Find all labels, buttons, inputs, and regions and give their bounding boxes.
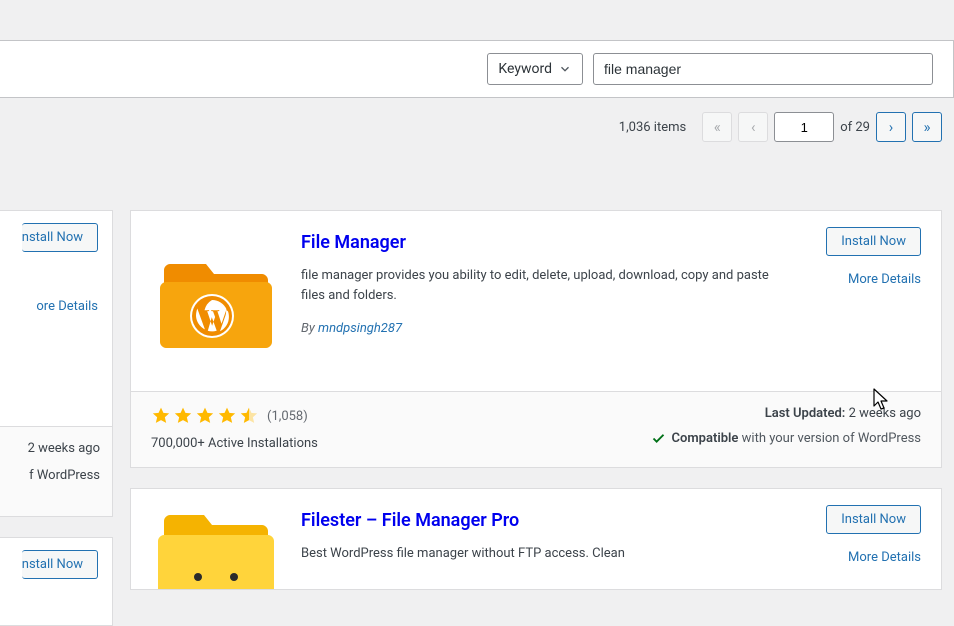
install-now-button[interactable]: Install Now <box>826 505 921 534</box>
install-now-button[interactable]: Install Now <box>826 227 921 256</box>
folder-face-icon <box>152 509 280 589</box>
install-now-button[interactable]: nstall Now <box>22 550 98 579</box>
search-input[interactable] <box>593 53 933 85</box>
plugin-filter-bar: Keyword <box>0 40 954 98</box>
pager-prev: ‹ <box>738 112 768 142</box>
plugin-author-line: By mndpsingh287 <box>301 321 791 336</box>
plugin-card: File Manager file manager provides you a… <box>130 210 942 468</box>
compat-partial: f WordPress <box>29 468 100 483</box>
plugin-title-link[interactable]: Filester – File Manager Pro <box>301 510 519 531</box>
more-details-link[interactable]: ore Details <box>36 299 98 314</box>
plugin-card-partial: nstall Now ore Details <box>0 537 113 626</box>
plugin-description: Best WordPress file manager without FTP … <box>301 544 791 564</box>
check-icon <box>651 431 666 446</box>
plugin-card-partial-col: nstall Now ore Details 2 weeks ago f Wor… <box>0 210 113 626</box>
star-full-icon <box>151 406 171 426</box>
pager-bar: 1,036 items « ‹ of 29 › » <box>0 98 954 156</box>
pager-next[interactable]: › <box>876 112 906 142</box>
star-full-icon <box>217 406 237 426</box>
plugin-rating: (1,058) <box>151 406 318 426</box>
more-details-link[interactable]: More Details <box>848 272 921 287</box>
plugin-cards: File Manager file manager provides you a… <box>130 210 942 590</box>
plugin-card-partial: nstall Now ore Details 2 weeks ago f Wor… <box>0 210 113 517</box>
plugin-icon <box>151 241 281 371</box>
chevron-down-icon <box>558 62 572 76</box>
pager: « ‹ of 29 › » <box>702 112 942 142</box>
plugin-card: Filester – File Manager Pro Best WordPre… <box>130 488 942 590</box>
pager-of: of 29 <box>840 120 870 135</box>
plugin-last-updated: Last Updated: 2 weeks ago <box>765 406 921 421</box>
star-full-icon <box>195 406 215 426</box>
star-half-icon <box>239 406 259 426</box>
plugin-icon <box>151 509 281 589</box>
folder-wp-icon <box>152 242 280 370</box>
plugin-author-link[interactable]: mndpsingh287 <box>318 321 402 336</box>
plugin-active-installs: 700,000+ Active Installations <box>151 436 318 451</box>
star-full-icon <box>173 406 193 426</box>
plugin-compatibility: Compatible with your version of WordPres… <box>651 431 921 446</box>
plugin-description: file manager provides you ability to edi… <box>301 266 791 305</box>
search-type-select[interactable]: Keyword <box>487 53 583 85</box>
install-now-button[interactable]: nstall Now <box>22 223 98 252</box>
pager-last[interactable]: » <box>912 112 942 142</box>
pager-current-input[interactable] <box>774 112 834 142</box>
more-details-link[interactable]: More Details <box>848 550 921 565</box>
last-updated-partial: 2 weeks ago <box>28 441 100 456</box>
plugin-title-link[interactable]: File Manager <box>301 232 406 253</box>
search-type-label: Keyword <box>498 61 552 77</box>
plugin-review-count: (1,058) <box>267 409 308 424</box>
results-count: 1,036 items <box>619 120 686 135</box>
pager-first: « <box>702 112 732 142</box>
